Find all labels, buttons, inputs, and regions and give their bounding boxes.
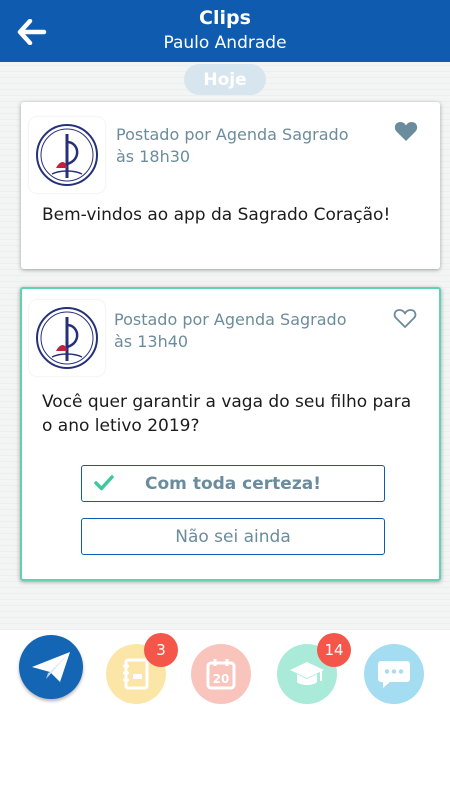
agenda-icon — [123, 658, 149, 690]
post-text: Bem-vindos ao app da Sagrado Coração! — [42, 205, 391, 225]
heart-filled-icon — [394, 122, 418, 141]
nav-send-button[interactable] — [19, 635, 83, 699]
date-separator: Hoje — [184, 64, 266, 95]
bottom-navigation: 3 20 14 — [0, 630, 450, 800]
poll-question: Você quer garantir a vaga do seu filho p… — [42, 392, 412, 436]
post-card: Postado por Agenda Sagrado às 18h30 Bem-… — [21, 102, 440, 269]
school-logo — [29, 117, 105, 193]
nav-calendar-button[interactable]: 20 — [191, 644, 251, 704]
check-icon — [94, 475, 114, 491]
like-button[interactable] — [393, 307, 417, 329]
heart-outline-icon — [393, 309, 417, 328]
poll-option-label: Com toda certeza! — [145, 473, 321, 494]
poll-option-unsure[interactable]: Não sei ainda — [81, 518, 385, 555]
post-meta: Postado por Agenda Sagrado às 18h30 — [116, 124, 349, 168]
nav-chat-button[interactable] — [364, 644, 424, 704]
clips-feed[interactable]: Hoje Postado por Agenda Sagrado às 18h30… — [0, 62, 450, 630]
app-header: Clips Paulo Andrade — [0, 0, 450, 62]
poll-option-yes[interactable]: Com toda certeza! — [81, 465, 385, 502]
page-title: Clips — [199, 7, 251, 29]
paper-plane-icon — [32, 652, 70, 682]
post-meta: Postado por Agenda Sagrado às 13h40 — [114, 309, 347, 353]
calendar-day: 20 — [213, 672, 230, 686]
chat-icon — [378, 661, 410, 688]
page-subtitle: Paulo Andrade — [163, 33, 287, 53]
poll-option-label: Não sei ainda — [175, 526, 291, 547]
calendar-icon: 20 — [206, 659, 236, 690]
poll-card: Postado por Agenda Sagrado às 13h40 Você… — [20, 287, 441, 581]
like-button[interactable] — [394, 120, 418, 142]
graduation-cap-icon — [290, 662, 324, 685]
school-logo — [29, 300, 105, 376]
post-author: Postado por Agenda Sagrado — [114, 310, 347, 329]
graduation-badge: 14 — [317, 633, 351, 667]
post-author: Postado por Agenda Sagrado — [116, 125, 349, 144]
agenda-badge: 3 — [144, 633, 178, 667]
post-time: às 18h30 — [116, 147, 191, 166]
post-time: às 13h40 — [114, 332, 189, 351]
